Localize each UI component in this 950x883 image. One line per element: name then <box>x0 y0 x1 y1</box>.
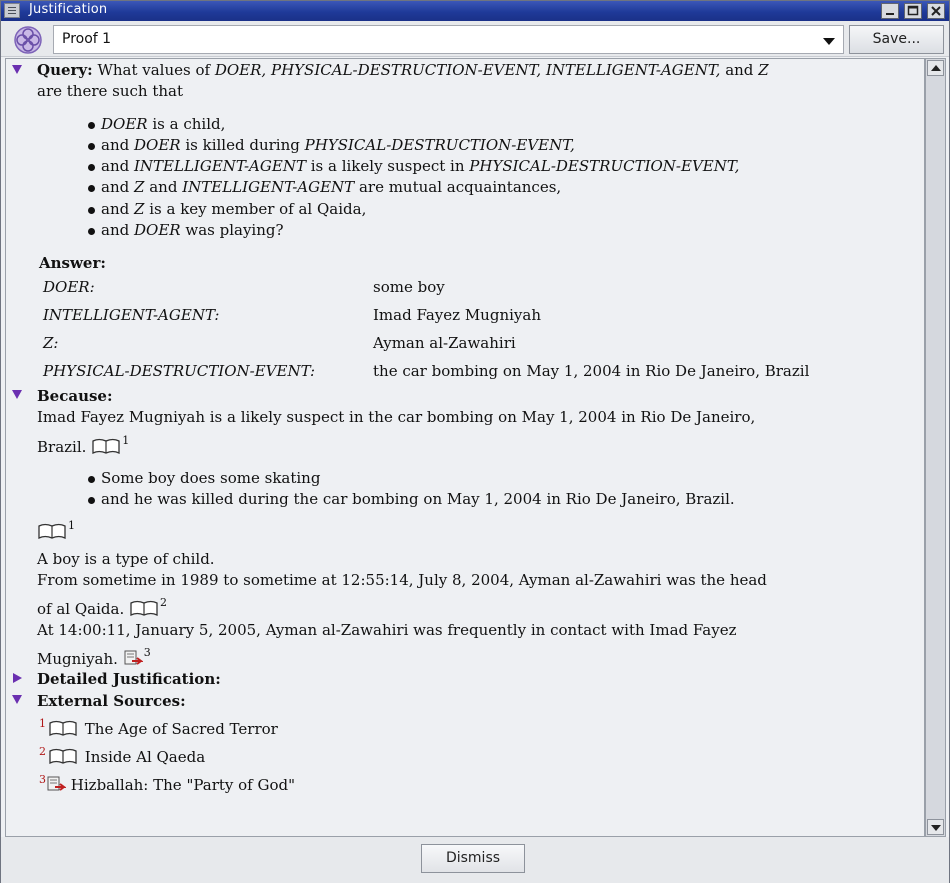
collapse-query-icon[interactable] <box>12 65 22 74</box>
because-statement: At 14:00:11, January 5, 2005, Ayman al-Z… <box>37 621 737 639</box>
system-menu-icon[interactable] <box>4 3 20 18</box>
book-icon[interactable] <box>91 437 121 455</box>
proof-selector-value: Proof 1 <box>62 31 112 47</box>
maximize-icon <box>907 5 919 16</box>
query-text: What values of <box>97 61 211 79</box>
title-bar: Justification <box>1 1 949 21</box>
document-icon <box>47 776 66 791</box>
because-statement: Imad Fayez Mugniyah is a likely suspect … <box>37 408 756 426</box>
query-condition: and DOER is killed during PHYSICAL-DESTR… <box>88 135 575 155</box>
because-condition: Some boy does some skating <box>88 468 320 488</box>
toolbar: Proof 1 Save... <box>1 21 949 57</box>
footnote-ref: 1 <box>68 519 75 532</box>
expand-detailed-icon[interactable] <box>13 673 22 683</box>
button-bar: Dismiss <box>1 837 949 883</box>
detailed-justification-label[interactable]: Detailed Justification: <box>37 669 221 689</box>
answer-label: Answer: <box>39 254 106 272</box>
source-number: 2 <box>39 745 46 758</box>
source-item[interactable]: 2 Inside Al Qaeda <box>39 744 205 769</box>
chevron-down-icon[interactable] <box>823 38 835 45</box>
source-title: The Age of Sacred Terror <box>84 720 278 738</box>
query-var: Z <box>758 61 769 79</box>
answer-value: Imad Fayez Mugniyah <box>373 306 541 324</box>
book-icon[interactable] <box>37 522 67 540</box>
answer-value: some boy <box>373 278 445 296</box>
justification-window: Justification Proof 1 Save... Query: Wha… <box>0 0 950 883</box>
vertical-scrollbar[interactable] <box>925 58 946 837</box>
close-button[interactable] <box>927 3 945 19</box>
source-item[interactable]: 3 Hizballah: The "Party of God" <box>39 772 295 797</box>
minimize-icon <box>886 13 894 15</box>
collapse-because-icon[interactable] <box>12 390 22 399</box>
footnote-ref: 2 <box>160 596 167 609</box>
bullet <box>88 184 95 192</box>
query-var: PHYSICAL-DESTRUCTION-EVENT, <box>270 61 542 79</box>
footnote-ref: 1 <box>122 434 130 447</box>
query-line-2: are there such that <box>37 82 183 100</box>
because-statement: From sometime in 1989 to sometime at 12:… <box>37 571 767 589</box>
bullet <box>88 475 95 483</box>
bullet <box>88 121 95 129</box>
book-icon <box>49 720 77 737</box>
answer-var: Z: <box>43 334 59 352</box>
book-icon[interactable] <box>129 599 159 617</box>
query-condition: and DOER was playing? <box>88 220 284 240</box>
answer-var: INTELLIGENT-AGENT: <box>43 306 220 324</box>
document-icon[interactable] <box>123 649 143 667</box>
scroll-up-button[interactable] <box>927 60 944 76</box>
app-logo-icon <box>14 26 42 54</box>
because-condition-source: 1 <box>37 519 75 544</box>
dismiss-button[interactable]: Dismiss <box>421 844 525 873</box>
because-condition: and he was killed during the car bombing… <box>88 489 735 509</box>
query-label: Query: <box>37 61 93 79</box>
query-var: INTELLIGENT-AGENT, <box>545 61 721 79</box>
query-condition: and Z is a key member of al Qaida, <box>88 199 366 219</box>
source-number: 1 <box>39 717 46 730</box>
answer-var: PHYSICAL-DESTRUCTION-EVENT: <box>43 362 316 380</box>
source-item[interactable]: 1 The Age of Sacred Terror <box>39 716 278 741</box>
footnote-ref: 3 <box>143 646 151 659</box>
proof-selector[interactable]: Proof 1 <box>53 25 844 54</box>
answer-value: Ayman al-Zawahiri <box>373 334 516 352</box>
external-sources-label: External Sources: <box>37 692 186 710</box>
answer-value: the car bombing on May 1, 2004 in Rio De… <box>373 362 810 380</box>
minimize-button[interactable] <box>881 3 899 19</box>
bullet <box>88 496 95 504</box>
query-condition: DOER is a child, <box>88 114 225 134</box>
maximize-button[interactable] <box>904 3 922 19</box>
book-icon <box>49 748 77 765</box>
query-condition: and Z and INTELLIGENT-AGENT are mutual a… <box>88 177 561 197</box>
save-button[interactable]: Save... <box>849 25 944 54</box>
query-line-1: Query: What values of DOER, PHYSICAL-DES… <box>37 60 769 80</box>
because-statement: Mugniyah. 3 <box>37 646 151 668</box>
scroll-down-button[interactable] <box>927 819 944 835</box>
query-var: DOER, <box>214 61 267 79</box>
bullet <box>88 163 95 171</box>
source-number: 3 <box>39 773 46 786</box>
source-title: Inside Al Qaeda <box>84 748 206 766</box>
answer-var: DOER: <box>43 278 95 296</box>
bullet <box>88 227 95 235</box>
bullet <box>88 142 95 150</box>
because-label: Because: <box>37 387 113 405</box>
because-statement: Brazil. 1 <box>37 434 130 456</box>
because-statement: A boy is a type of child. <box>37 550 215 568</box>
because-statement: of al Qaida. 2 <box>37 596 167 618</box>
close-icon <box>931 6 941 16</box>
collapse-sources-icon[interactable] <box>12 695 22 704</box>
window-title: Justification <box>29 2 108 17</box>
justification-content[interactable]: Query: What values of DOER, PHYSICAL-DES… <box>5 58 925 837</box>
query-text: and <box>725 61 754 79</box>
source-title: Hizballah: The "Party of God" <box>70 776 296 794</box>
query-condition: and INTELLIGENT-AGENT is a likely suspec… <box>88 156 739 176</box>
bullet <box>88 206 95 214</box>
